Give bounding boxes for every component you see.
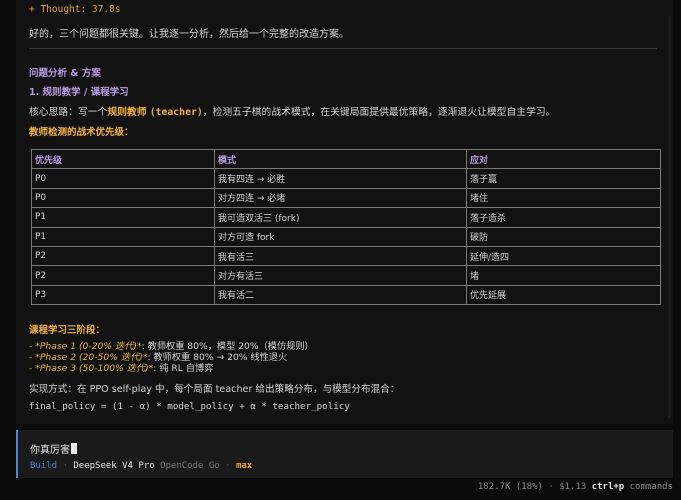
separator: · (62, 461, 68, 471)
table-row: P2 对方有活三 堵 (31, 265, 661, 286)
provider-name: OpenCode Go (160, 461, 220, 471)
cell-priority: P1 (31, 207, 215, 228)
model-name[interactable]: DeepSeek V4 Pro (73, 461, 154, 471)
phase-description: : 教师权重 80%，模型 20%（模仿规则） (141, 341, 314, 352)
curriculum-heading: 课程学习三阶段： (29, 325, 106, 336)
text-cursor (71, 443, 77, 454)
cell-pattern: 对方有活三 (214, 265, 467, 286)
cell-response: 落子造杀 (466, 207, 661, 228)
phase-description: : 教师权重 80% → 20% 线性退火 (147, 352, 288, 363)
prompt-input-text: 你真厉害 (30, 445, 70, 456)
code-line: final_policy = (1 - α) * model_policy + … (29, 401, 350, 412)
status-bar: 182.7K (18%) · $1.13 ctrl+p commands (478, 482, 673, 492)
assistant-intro-text: 好的，三个问题都很关键。让我逐一分析，然后给一个完整的改造方案。 (29, 29, 349, 40)
implementation-text: 实现方式：在 PPO self-play 中，每个局面 teacher 给出策略… (29, 384, 400, 395)
cell-pattern: 我有活三 (214, 245, 467, 267)
cell-pattern: 我可造双活三 (fork) (214, 207, 467, 228)
phase-list: - *Phase 1 (0-20% 迭代)*: 教师权重 80%，模型 20%（… (29, 341, 314, 374)
token-usage: 182.7K (18%) (477, 482, 543, 492)
core-idea-highlight-code: (teacher) (149, 107, 203, 118)
cell-response: 破防 (466, 226, 661, 247)
prompt-box[interactable]: 你真厉害 Build · DeepSeek V4 Pro OpenCode Go… (16, 430, 673, 478)
subsection-heading: 1. 规则教学 / 课程学习 (29, 87, 129, 98)
conversation-pane[interactable]: + Thought: 37.8s 好的，三个问题都很关键。让我逐一分析，然后给一… (16, 0, 673, 424)
cell-priority: P2 (31, 245, 215, 267)
cell-pattern: 我有活二 (214, 284, 467, 306)
cell-priority: P0 (31, 168, 215, 189)
cell-response: 堵住 (466, 187, 661, 209)
phase-name: *Phase 1 (0-20% 迭代)* (35, 341, 142, 352)
separator: · (225, 461, 231, 471)
commands-shortcut[interactable]: ctrl+p (592, 482, 625, 492)
prompt-input[interactable]: 你真厉害 (30, 441, 77, 456)
teacher-priority-heading: 教师检测的战术优先级： (29, 127, 134, 138)
table-row: P1 我可造双活三 (fork) 落子造杀 (31, 207, 661, 228)
core-idea-prefix: 核心思路：写一个 (29, 107, 108, 118)
cell-priority: P3 (31, 284, 215, 306)
thought-duration[interactable]: + Thought: 37.8s (29, 4, 121, 15)
mode-build[interactable]: Build (30, 461, 57, 471)
cell-response: 优先延展 (466, 284, 661, 306)
session-cost: $1.13 (559, 482, 587, 492)
core-idea-highlight: 规则教师 (107, 107, 147, 118)
phase-name: *Phase 3 (50-100% 迭代)* (35, 363, 154, 374)
table-row: P3 我有活二 优先延展 (31, 284, 661, 306)
table-row: P0 对方四连 → 必堵 堵住 (31, 187, 661, 209)
table-row: P2 我有活三 延伸/造四 (31, 245, 661, 267)
list-item: - *Phase 3 (50-100% 迭代)*: 纯 RL 自博弈 (29, 363, 314, 374)
priority-table: 优先级 模式 应对 P0 我有四连 → 必胜 落子赢 P0 对方四连 → 必堵 … (31, 148, 661, 306)
list-item: - *Phase 2 (20-50% 迭代)*: 教师权重 80% → 20% … (29, 352, 314, 363)
cell-priority: P1 (31, 226, 215, 247)
table-header-pattern: 模式 (214, 148, 467, 170)
phase-description: : 纯 RL 自博弈 (153, 363, 214, 374)
table-row: P0 我有四连 → 必胜 落子赢 (31, 168, 661, 189)
separator: · (548, 482, 554, 492)
table-header-row: 优先级 模式 应对 (31, 148, 661, 170)
cell-response: 堵 (466, 265, 661, 286)
cell-response: 落子赢 (466, 168, 661, 189)
cell-response: 延伸/造四 (466, 245, 661, 267)
cell-pattern: 对方可造 fork (214, 226, 467, 247)
model-variant[interactable]: max (236, 461, 252, 471)
cell-pattern: 对方四连 → 必堵 (214, 187, 467, 209)
divider (29, 48, 657, 49)
phase-name: *Phase 2 (20-50% 迭代)* (35, 352, 148, 363)
core-idea-paragraph: 核心思路：写一个规则教师 (teacher)，检测五子棋的战术模式，在关键局面提… (29, 104, 555, 118)
section-heading: 问题分析 & 方案 (29, 68, 101, 79)
table-row: P1 对方可造 fork 破防 (31, 226, 661, 247)
table-header-response: 应对 (466, 148, 661, 170)
commands-label[interactable]: commands (630, 482, 673, 492)
list-item: - *Phase 1 (0-20% 迭代)*: 教师权重 80%，模型 20%（… (29, 341, 314, 352)
mode-line: Build · DeepSeek V4 Pro OpenCode Go · ma… (30, 461, 252, 471)
scrollbar[interactable] (668, 16, 671, 418)
core-idea-suffix: ，检测五子棋的战术模式，在关键局面提供最优策略，逐渐退火让模型自主学习。 (202, 107, 556, 118)
table-header-priority: 优先级 (31, 148, 215, 170)
cell-pattern: 我有四连 → 必胜 (214, 168, 467, 189)
cell-priority: P0 (31, 187, 215, 209)
cell-priority: P2 (31, 265, 215, 286)
